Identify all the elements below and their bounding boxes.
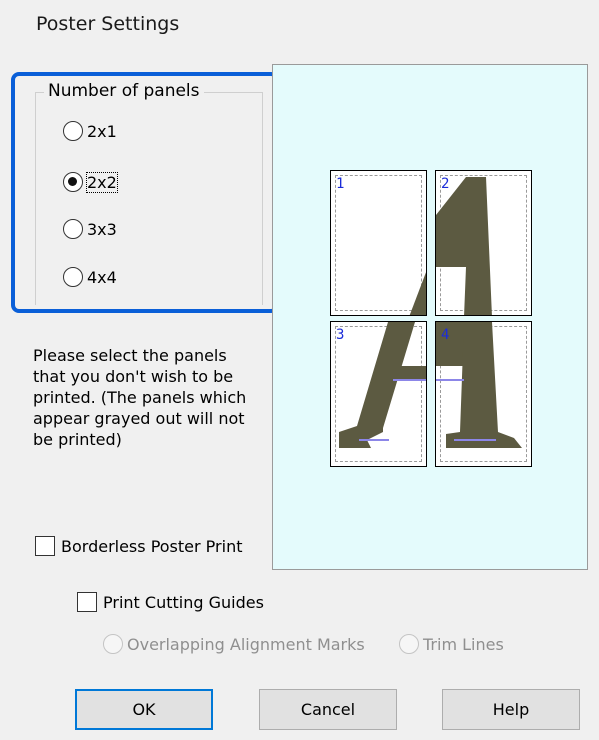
preview-tile-3[interactable]: 3 xyxy=(330,321,427,467)
radio-option-2x1[interactable]: 2x1 xyxy=(63,121,117,141)
preview-tile-2[interactable]: 2 xyxy=(435,170,532,316)
letter-fragment-1 xyxy=(409,272,426,315)
preview-tile-4[interactable]: 4 xyxy=(435,321,532,467)
checkbox-label: Print Cutting Guides xyxy=(103,592,264,612)
checkbox-box[interactable] xyxy=(77,592,97,612)
help-button[interactable]: Help xyxy=(442,689,580,730)
cancel-button[interactable]: Cancel xyxy=(259,689,397,730)
radio-label: Overlapping Alignment Marks xyxy=(127,634,365,654)
radio-option-4x4[interactable]: 4x4 xyxy=(63,267,117,287)
checkbox-label: Borderless Poster Print xyxy=(61,536,243,556)
radio-button[interactable] xyxy=(63,219,83,239)
radio-option-3x3[interactable]: 3x3 xyxy=(63,219,117,239)
radio-button[interactable] xyxy=(63,172,83,192)
radio-button[interactable] xyxy=(103,634,123,654)
radio-label: 2x2 xyxy=(86,171,118,193)
tile-number: 4 xyxy=(441,327,450,343)
checkbox-box[interactable] xyxy=(35,536,55,556)
dialog-title: Poster Settings xyxy=(36,13,180,35)
tile-number: 2 xyxy=(441,176,450,192)
radio-button[interactable] xyxy=(63,267,83,287)
instructions-text: Please select the panels that you don't … xyxy=(33,346,247,449)
radio-label: 2x1 xyxy=(87,121,117,141)
radio-label: Trim Lines xyxy=(423,634,504,654)
tile-number: 3 xyxy=(336,327,345,343)
print-cutting-guides-checkbox[interactable]: Print Cutting Guides xyxy=(77,592,264,612)
radio-label: 3x3 xyxy=(87,219,117,239)
ok-button[interactable]: OK xyxy=(75,689,213,730)
radio-option-2x2[interactable]: 2x2 xyxy=(63,171,118,193)
poster-preview: 1 2 3 4 xyxy=(272,64,588,570)
radio-button[interactable] xyxy=(63,121,83,141)
radio-button[interactable] xyxy=(399,634,419,654)
tile-number: 1 xyxy=(336,176,345,192)
letter-fragment-2 xyxy=(436,177,492,315)
preview-tile-1[interactable]: 1 xyxy=(330,170,427,316)
overlapping-alignment-marks-radio[interactable]: Overlapping Alignment Marks xyxy=(103,634,365,654)
panels-group-label: Number of panels xyxy=(44,81,204,101)
letter-fragment-3 xyxy=(339,322,426,448)
borderless-poster-print-checkbox[interactable]: Borderless Poster Print xyxy=(35,536,242,556)
trim-lines-radio[interactable]: Trim Lines xyxy=(399,634,504,654)
letter-fragment-4 xyxy=(436,322,522,448)
radio-label: 4x4 xyxy=(87,267,117,287)
